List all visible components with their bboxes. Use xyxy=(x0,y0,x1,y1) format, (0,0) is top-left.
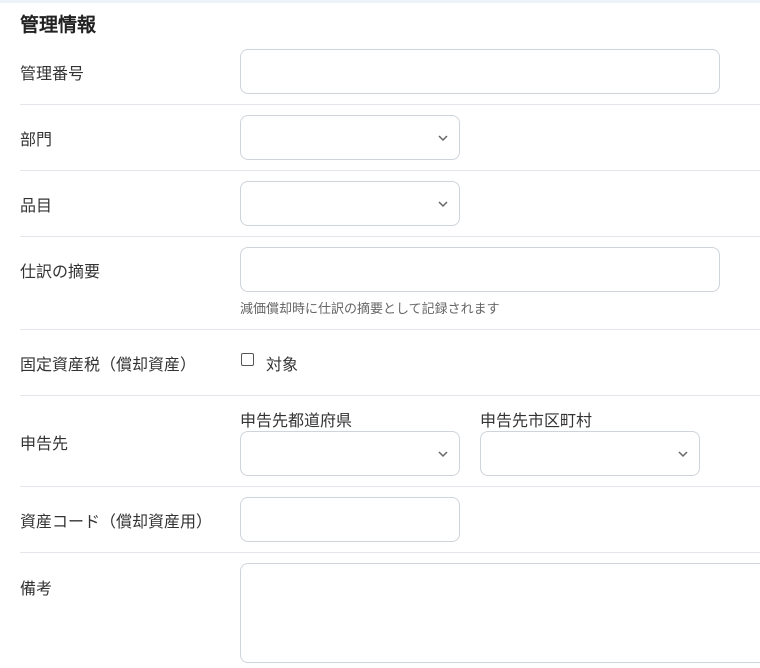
divider xyxy=(20,236,760,237)
prefecture-label: 申告先都道府県 xyxy=(240,411,353,430)
department-label: 部門 xyxy=(20,130,53,149)
asset-code-label: 資産コード（償却資産用） xyxy=(20,512,213,531)
item-label: 品目 xyxy=(20,196,53,215)
journal-memo-help: 減価償却時に仕訳の摘要として記録されます xyxy=(240,302,500,317)
filing-destination-label: 申告先 xyxy=(20,434,69,453)
fixed-asset-tax-checkbox[interactable] xyxy=(241,353,254,366)
top-border xyxy=(0,0,760,3)
municipality-label: 申告先市区町村 xyxy=(480,411,593,430)
management-number-label: 管理番号 xyxy=(20,64,85,83)
divider xyxy=(20,395,760,396)
chevron-down-icon xyxy=(438,200,448,207)
management-number-input[interactable] xyxy=(240,49,720,94)
divider xyxy=(20,329,760,330)
chevron-down-icon xyxy=(438,450,448,457)
section-title: 管理情報 xyxy=(20,14,97,36)
prefecture-select[interactable] xyxy=(240,431,460,476)
divider xyxy=(20,486,760,487)
divider xyxy=(20,552,760,553)
divider xyxy=(20,170,760,171)
divider xyxy=(20,104,760,105)
chevron-down-icon xyxy=(438,134,448,141)
fixed-asset-tax-checkbox-label[interactable]: 対象 xyxy=(266,351,298,375)
journal-memo-input[interactable] xyxy=(240,247,720,292)
item-select[interactable] xyxy=(240,181,460,226)
journal-memo-label: 仕訳の摘要 xyxy=(20,262,101,281)
municipality-select[interactable] xyxy=(480,431,700,476)
remarks-label: 備考 xyxy=(20,579,53,598)
department-select[interactable] xyxy=(240,115,460,160)
asset-code-input[interactable] xyxy=(240,497,460,542)
remarks-textarea[interactable] xyxy=(240,563,760,663)
fixed-asset-tax-label: 固定資産税（償却資産） xyxy=(20,355,197,374)
chevron-down-icon xyxy=(678,450,688,457)
